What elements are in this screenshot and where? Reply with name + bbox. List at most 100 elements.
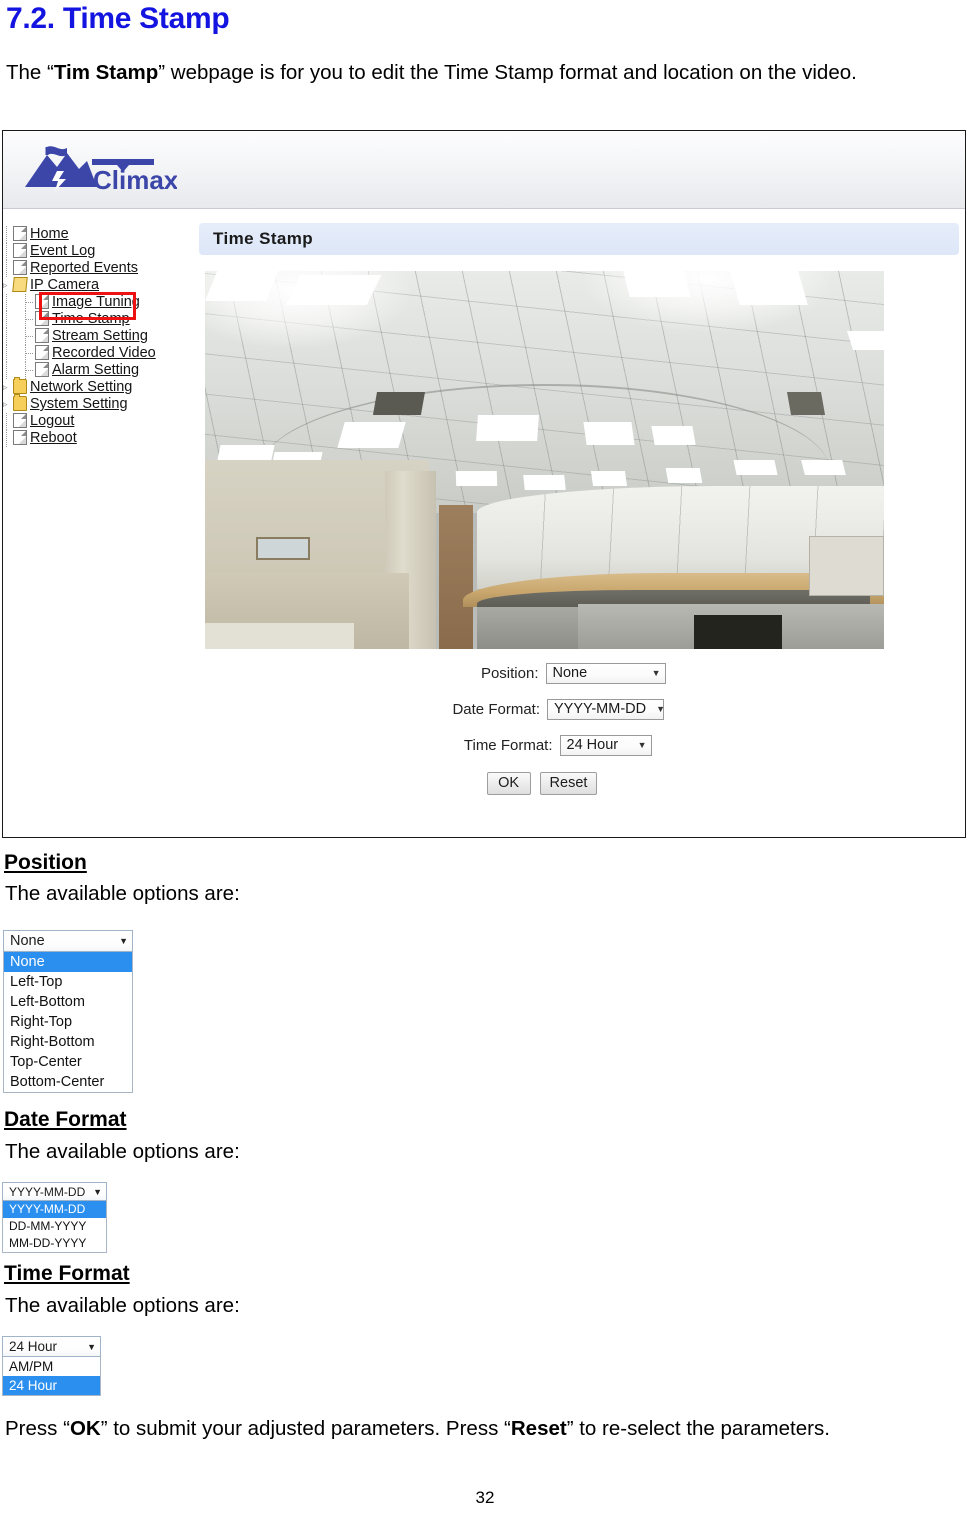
- tree-guide-stub: [25, 353, 33, 354]
- tree-guide-line: [6, 243, 8, 260]
- option-item[interactable]: Right-Bottom: [4, 1032, 132, 1052]
- page-icon: [13, 260, 27, 275]
- sidebar-item-label: Time Stamp: [52, 311, 130, 327]
- option-item[interactable]: Top-Center: [4, 1052, 132, 1072]
- ceiling-vent: [786, 391, 825, 415]
- section-heading-time-format: Time Format: [4, 1262, 130, 1285]
- expander-icon[interactable]: ▹: [3, 383, 12, 392]
- time-format-select-value: 24 Hour: [566, 737, 619, 753]
- tree-guide-line: [6, 311, 8, 328]
- press-ok-term: OK: [69, 1417, 101, 1440]
- tree-guide-stub: [25, 336, 33, 337]
- sidebar-item-network-setting[interactable]: ▹ Network Setting: [3, 377, 193, 396]
- reset-button[interactable]: Reset: [539, 772, 598, 795]
- chevron-down-icon: ▼: [93, 1186, 102, 1197]
- sidebar-item-label: Network Setting: [30, 379, 133, 395]
- option-item[interactable]: AM/PM: [3, 1357, 100, 1376]
- page-title: 7.2. Time Stamp: [6, 2, 230, 35]
- sidebar-item-system-setting[interactable]: ▹ System Setting: [3, 394, 193, 413]
- sidebar-item-label: Home: [30, 226, 69, 242]
- sidebar-item-alarm-setting[interactable]: Alarm Setting: [3, 362, 193, 379]
- date-format-dropdown-expanded[interactable]: YYYY-MM-DD ▼ YYYY-MM-DD DD-MM-YYYY MM-DD…: [2, 1182, 107, 1253]
- sidebar-item-home[interactable]: Home: [3, 226, 193, 243]
- sidebar-item-label: Stream Setting: [52, 328, 148, 344]
- date-format-select-value: YYYY-MM-DD: [554, 701, 647, 717]
- sidebar-item-label: Logout: [30, 413, 75, 429]
- option-item[interactable]: Bottom-Center: [4, 1072, 132, 1092]
- option-item[interactable]: Left-Top: [4, 972, 132, 992]
- page-icon: [35, 345, 49, 360]
- ceiling-lamp: [337, 422, 406, 449]
- expander-icon[interactable]: ▹: [3, 281, 12, 290]
- chevron-down-icon: ▼: [87, 1341, 96, 1352]
- date-format-dropdown-button[interactable]: YYYY-MM-DD ▼: [2, 1182, 107, 1201]
- intro-prefix: The “: [6, 61, 54, 84]
- svg-text:Climax: Climax: [93, 165, 177, 195]
- option-item[interactable]: None: [4, 952, 132, 972]
- option-item[interactable]: YYYY-MM-DD: [3, 1201, 106, 1218]
- section-subtext-date-format: The available options are:: [5, 1140, 240, 1163]
- sidebar-item-recorded-video[interactable]: Recorded Video: [3, 345, 193, 362]
- ceiling-lamp: [665, 467, 702, 483]
- time-format-dropdown-button[interactable]: 24 Hour ▼: [2, 1336, 101, 1357]
- expander-icon[interactable]: ▹: [3, 400, 12, 409]
- time-format-option-list[interactable]: AM/PM 24 Hour: [2, 1357, 101, 1396]
- form-buttons: OK Reset: [199, 772, 885, 795]
- sidebar-item-ip-camera[interactable]: ▹ IP Camera: [3, 277, 193, 294]
- panel-title: Time Stamp: [199, 223, 959, 255]
- folder-icon: [13, 394, 27, 411]
- folder-icon: [13, 377, 27, 394]
- time-format-row: Time Format: 24 Hour ▼: [199, 727, 885, 763]
- webui-screenshot: Climax Home Event Log Reported Events ▹ …: [2, 130, 966, 838]
- sidebar-item-label: Reboot: [30, 430, 77, 446]
- section-heading-position: Position: [4, 851, 87, 874]
- position-row: Position: None ▼: [199, 655, 885, 691]
- option-item[interactable]: Right-Top: [4, 1012, 132, 1032]
- sidebar-item-label: Event Log: [30, 243, 96, 259]
- page-number: 32: [475, 1488, 495, 1507]
- position-dropdown-value: None: [10, 933, 45, 949]
- press-reset-term: Reset: [510, 1417, 567, 1440]
- position-label: Position:: [480, 664, 539, 682]
- time-format-select[interactable]: 24 Hour ▼: [559, 734, 652, 756]
- sidebar-item-label: System Setting: [30, 396, 128, 412]
- option-item[interactable]: 24 Hour: [3, 1376, 100, 1395]
- page-icon: [13, 226, 27, 241]
- intro-bold-term: Tim Stamp: [53, 61, 159, 84]
- tree-guide-line: [6, 362, 8, 379]
- position-option-list[interactable]: None Left-Top Left-Bottom Right-Top Righ…: [3, 952, 133, 1093]
- sidebar-item-label: Alarm Setting: [52, 362, 140, 378]
- option-item[interactable]: DD-MM-YYYY: [3, 1218, 106, 1235]
- press-prefix: Press “: [5, 1417, 70, 1440]
- tree-guide-stub: [25, 302, 33, 303]
- sidebar-item-logout[interactable]: Logout: [3, 413, 193, 430]
- page-icon: [35, 311, 49, 326]
- sidebar-item-reported-events[interactable]: Reported Events: [3, 260, 193, 277]
- ceiling-lamp: [523, 475, 566, 491]
- camera-preview: [205, 271, 884, 649]
- position-select[interactable]: None ▼: [545, 662, 666, 684]
- position-dropdown-button[interactable]: None ▼: [3, 930, 133, 952]
- ok-button[interactable]: OK: [486, 772, 531, 795]
- ceiling-lamp: [285, 274, 383, 305]
- option-item[interactable]: Left-Bottom: [4, 992, 132, 1012]
- position-select-value: None: [552, 665, 588, 681]
- time-format-dropdown-expanded[interactable]: 24 Hour ▼ AM/PM 24 Hour: [2, 1336, 101, 1396]
- date-format-select[interactable]: YYYY-MM-DD ▼: [547, 698, 665, 720]
- position-dropdown-expanded[interactable]: None ▼ None Left-Top Left-Bottom Right-T…: [3, 930, 133, 1093]
- date-format-option-list[interactable]: YYYY-MM-DD DD-MM-YYYY MM-DD-YYYY: [2, 1201, 107, 1253]
- ceiling-lamp: [455, 471, 498, 487]
- timestamp-form: Position: None ▼ Date Format: YYYY-MM-DD…: [199, 655, 885, 795]
- option-item[interactable]: MM-DD-YYYY: [3, 1235, 106, 1252]
- sidebar-item-time-stamp[interactable]: Time Stamp: [3, 311, 193, 328]
- monitor: [693, 614, 783, 649]
- sidebar-item-event-log[interactable]: Event Log: [3, 243, 193, 260]
- sidebar-item-image-tuning[interactable]: Image Tuning: [3, 294, 193, 311]
- tree-guide-line: [6, 430, 8, 447]
- sidebar-tree[interactable]: Home Event Log Reported Events ▹ IP Came…: [3, 226, 193, 447]
- ceiling-lamp: [651, 425, 696, 445]
- sidebar-item-reboot[interactable]: Reboot: [3, 430, 193, 447]
- sidebar-item-stream-setting[interactable]: Stream Setting: [3, 328, 193, 345]
- time-format-dropdown-value: 24 Hour: [9, 1339, 58, 1354]
- climax-logo: Climax: [17, 141, 177, 199]
